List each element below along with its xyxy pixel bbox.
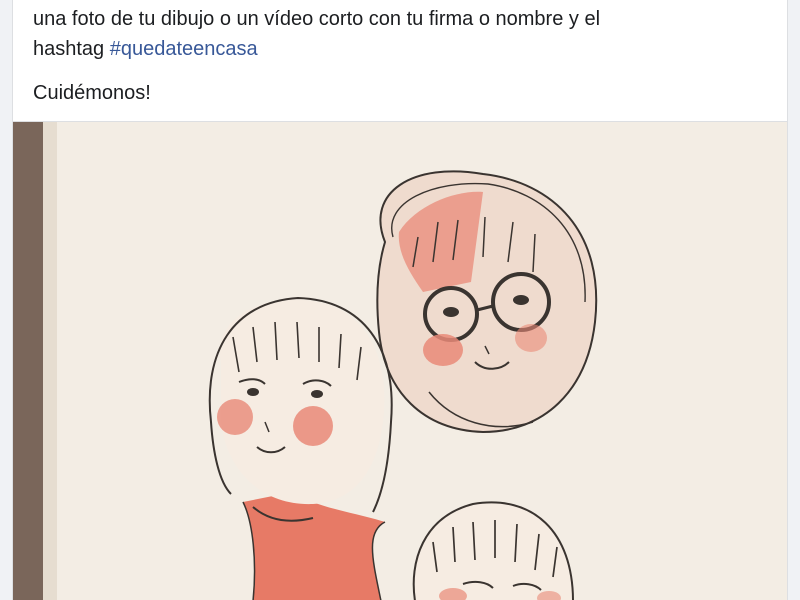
post-photo[interactable] — [13, 121, 787, 600]
post-text-line2-prefix: hashtag — [33, 38, 110, 60]
sketchbook-edge — [13, 122, 43, 600]
post-body: una foto de tu dibujo o un vídeo corto c… — [13, 0, 787, 108]
post-card: una foto de tu dibujo o un vídeo corto c… — [12, 0, 788, 600]
hashtag-link[interactable]: #quedateencasa — [110, 38, 258, 60]
post-paragraph-instructions: una foto de tu dibujo o un vídeo corto c… — [33, 4, 769, 64]
girl-with-glasses — [376, 170, 598, 434]
post-paragraph-closing: Cuidémonos! — [33, 82, 151, 104]
sketch-illustration — [13, 122, 787, 600]
sketchbook-gutter-shadow — [43, 122, 57, 600]
post-text-line1: una foto de tu dibujo o un vídeo corto c… — [33, 8, 601, 30]
